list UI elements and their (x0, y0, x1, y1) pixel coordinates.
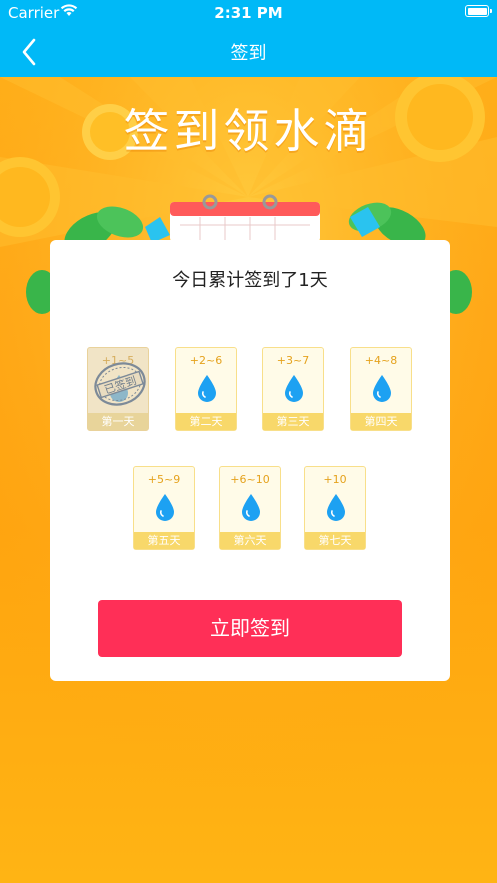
day-label: 第七天 (305, 532, 365, 549)
day-label: 第一天 (88, 413, 148, 430)
checkin-summary: 今日累计签到了1天 (172, 270, 328, 291)
water-drop-icon (327, 494, 345, 521)
status-bar: Carrier 2:31 PM (0, 0, 497, 26)
day-label: 第五天 (134, 532, 194, 549)
day-card-2[interactable]: +2~6 第二天 (175, 347, 237, 431)
day-reward: +10 (323, 473, 347, 486)
nav-title: 签到 (230, 43, 267, 64)
stamp-text: 已签到 (102, 373, 138, 397)
status-time: 2:31 PM (214, 4, 283, 22)
checkin-screen: 签到领水滴 Carrier 2:31 PM 签到 今日累计签到了1天 +1~5 … (0, 0, 497, 883)
day-label: 第二天 (176, 413, 236, 430)
water-drop-icon (285, 375, 303, 402)
day-label: 第六天 (220, 532, 280, 549)
calendar-decoration (170, 194, 320, 242)
day-label: 第四天 (351, 413, 411, 430)
water-drop-icon (156, 494, 174, 521)
day-card-5[interactable]: +5~9 第五天 (133, 466, 195, 550)
day-card-6[interactable]: +6~10 第六天 (219, 466, 281, 550)
day-label: 第三天 (263, 413, 323, 430)
day-reward: +6~10 (230, 473, 270, 486)
water-drop-icon (242, 494, 260, 521)
checkin-card: 今日累计签到了1天 +1~5 已签到 第一天 +2~6 第二天 +3~7 第三天… (50, 240, 450, 681)
day-reward: +5~9 (147, 473, 181, 486)
water-drop-icon (198, 375, 216, 402)
day-card-4[interactable]: +4~8 第四天 (350, 347, 412, 431)
day-card-1[interactable]: +1~5 已签到 第一天 (87, 347, 149, 431)
day-reward: +4~8 (364, 354, 398, 367)
sign-in-button[interactable]: 立即签到 (98, 600, 402, 657)
day-reward: +2~6 (189, 354, 223, 367)
day-card-7[interactable]: +10 第七天 (304, 466, 366, 550)
signed-stamp-icon: 已签到 (94, 362, 146, 406)
top-bar: Carrier 2:31 PM 签到 (0, 0, 497, 77)
water-drop-icon (373, 375, 391, 402)
nav-bar: 签到 (0, 26, 497, 77)
banner-title: 签到领水滴 (123, 104, 374, 158)
battery-icon (465, 5, 492, 17)
day-card-3[interactable]: +3~7 第三天 (262, 347, 324, 431)
day-reward: +3~7 (276, 354, 310, 367)
